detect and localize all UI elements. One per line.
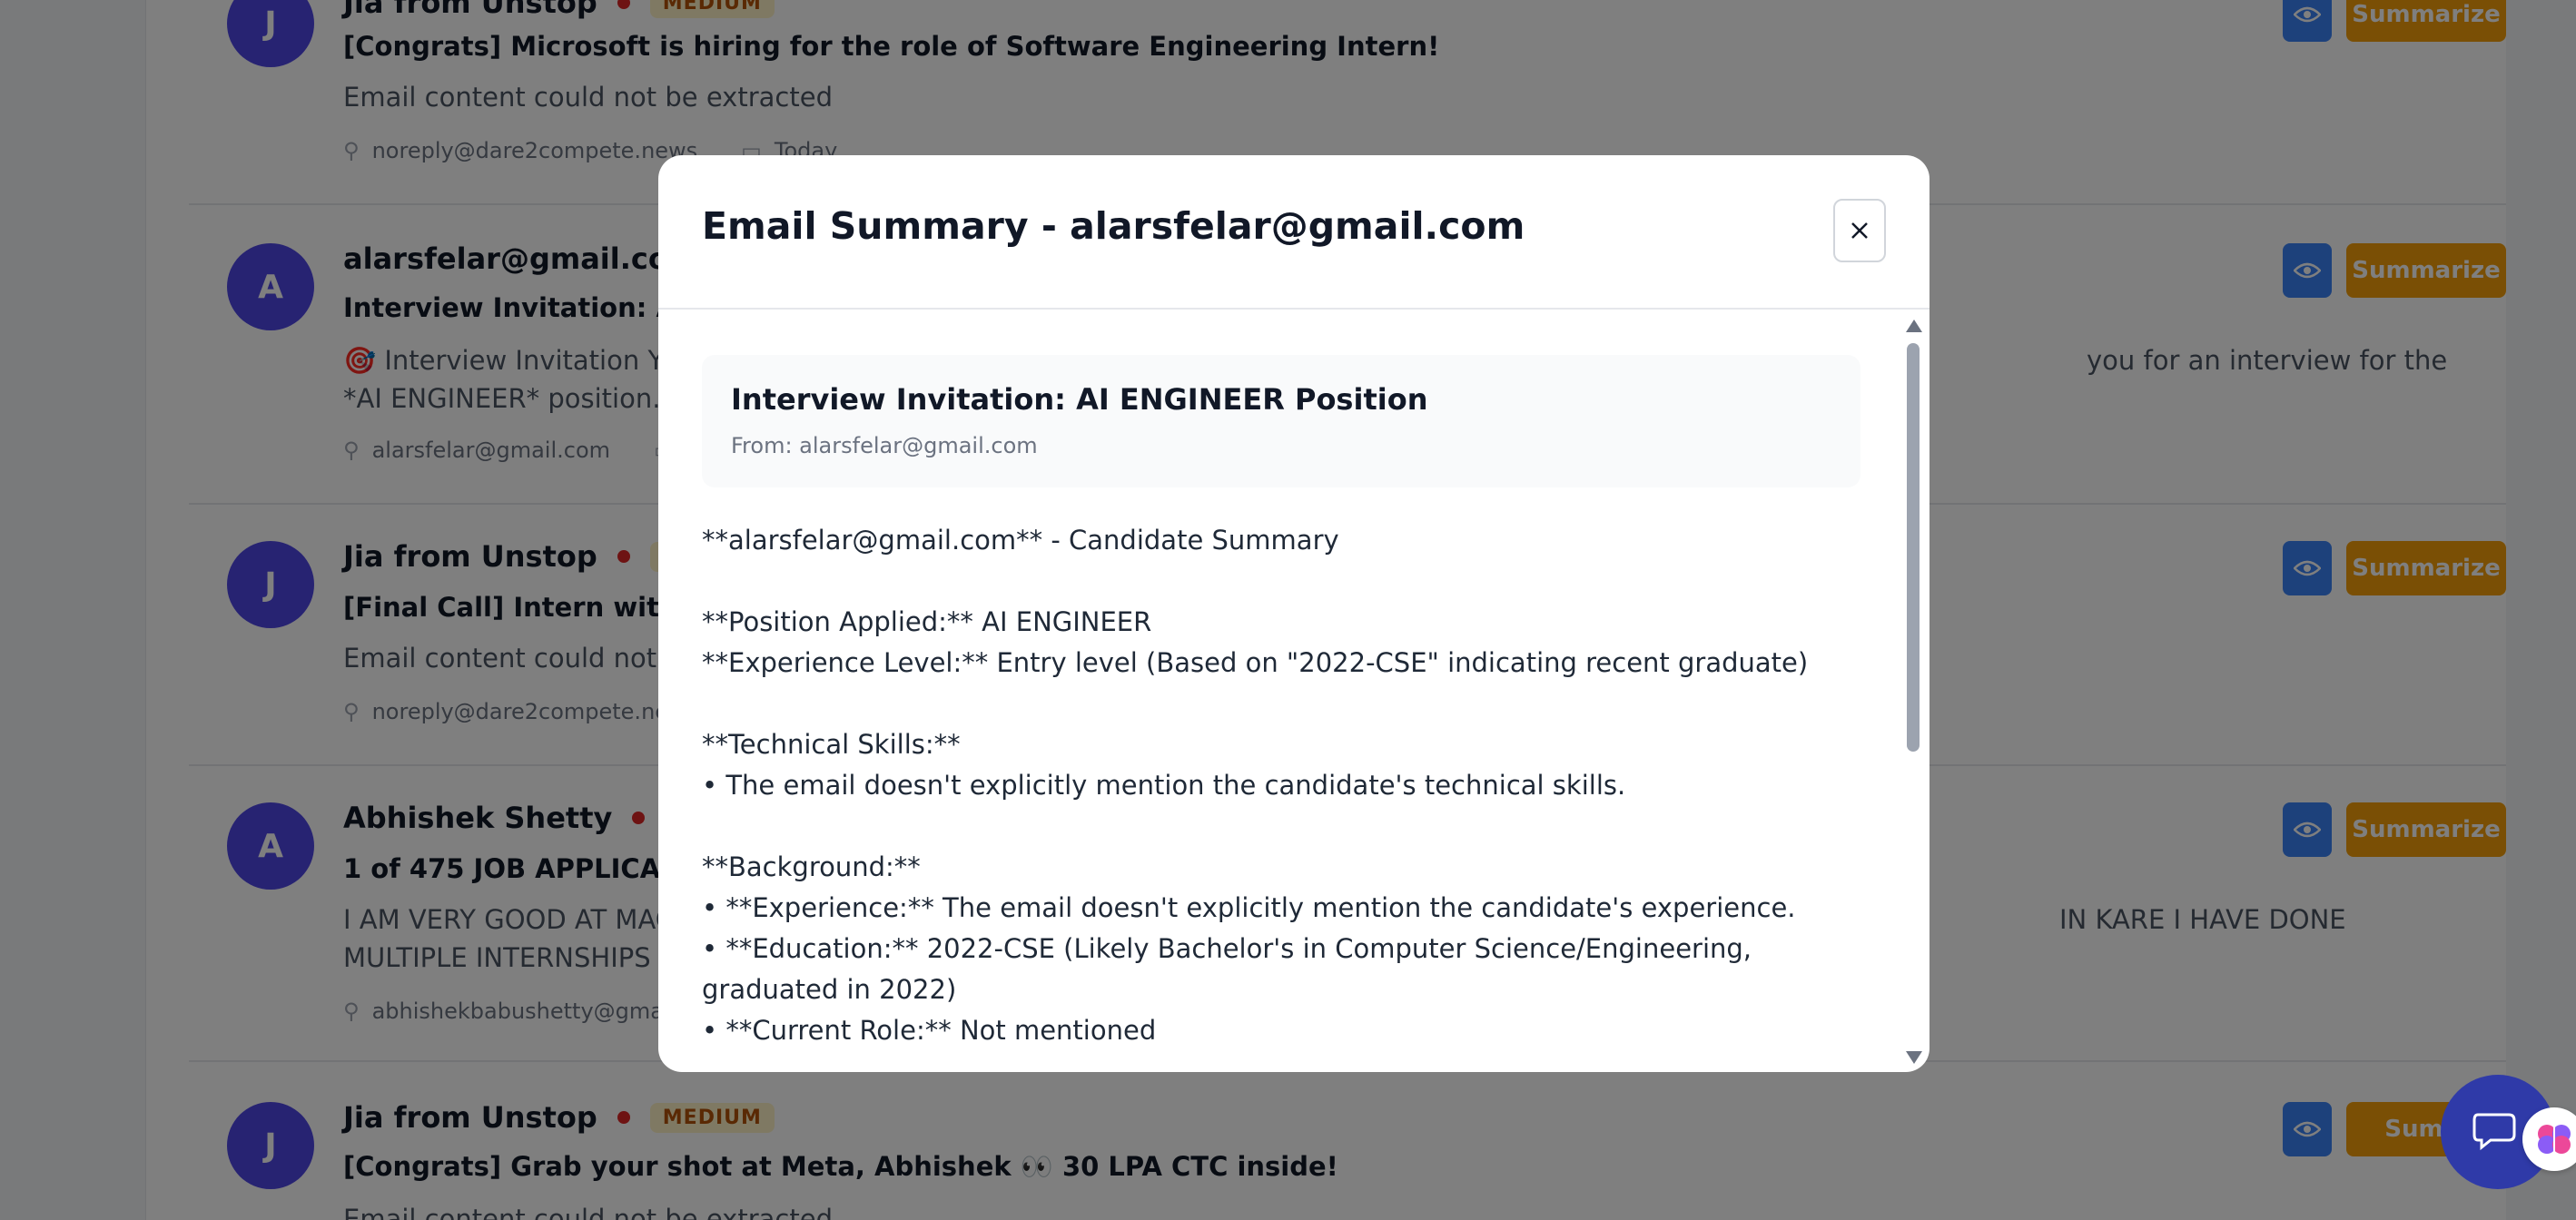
modal-body[interactable]: Interview Invitation: AI ENGINEER Positi… (658, 311, 1902, 1072)
summary-line: **Background:** (702, 851, 921, 882)
summary-line: **alarsfelar@gmail.com** - Candidate Sum… (702, 525, 1339, 556)
summary-from: From: alarsfelar@gmail.com (731, 433, 1038, 458)
modal-scrollbar[interactable] (1902, 309, 1926, 1071)
summary-line (702, 684, 1873, 724)
summary-subject: Interview Invitation: AI ENGINEER Positi… (731, 382, 1428, 417)
summary-text: **alarsfelar@gmail.com** - Candidate Sum… (702, 520, 1873, 1051)
summary-line: • **Education:** 2022-CSE (Likely Bachel… (702, 933, 1752, 1005)
summary-line: **Technical Skills:** (702, 729, 961, 760)
summary-line: • **Experience:** The email doesn't expl… (702, 892, 1796, 923)
summary-line: **Experience Level:** Entry level (Based… (702, 647, 1809, 678)
close-icon (1851, 222, 1868, 239)
scrollbar-thumb[interactable] (1907, 343, 1920, 752)
close-button[interactable] (1833, 199, 1886, 262)
summary-line (702, 806, 1873, 847)
brain-icon (2538, 1125, 2571, 1154)
modal-header: Email Summary - alarsfelar@gmail.com (658, 155, 1930, 310)
summary-line: **Position Applied:** AI ENGINEER (702, 606, 1152, 637)
summary-line: • **Current Role:** Not mentioned (702, 1015, 1157, 1046)
summary-line (702, 561, 1873, 602)
email-summary-modal: Email Summary - alarsfelar@gmail.com Int… (658, 155, 1930, 1072)
summary-email-card: Interview Invitation: AI ENGINEER Positi… (702, 355, 1860, 487)
summary-line: • The email doesn't explicitly mention t… (702, 770, 1626, 801)
scroll-down-arrow-icon[interactable] (1906, 1051, 1922, 1064)
modal-title: Email Summary - alarsfelar@gmail.com (702, 204, 1525, 248)
chat-bubble-icon (2472, 1113, 2516, 1151)
scroll-up-arrow-icon[interactable] (1906, 320, 1922, 332)
